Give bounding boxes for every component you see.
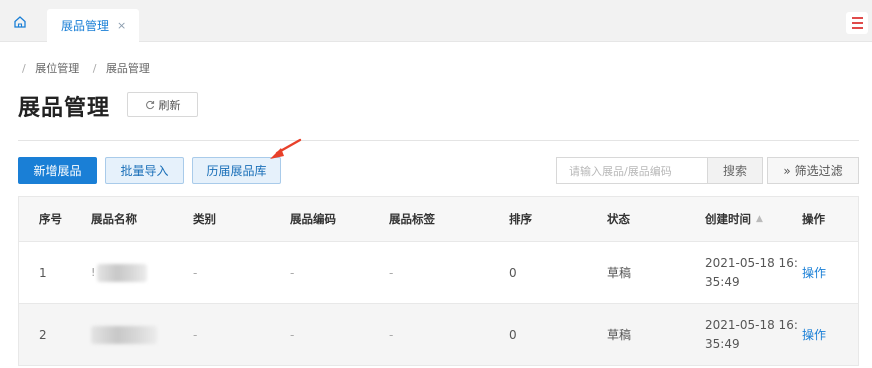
column-header-tag: 展品标签	[389, 212, 435, 226]
tab-label: 展品管理	[61, 19, 110, 33]
row-status: 草稿	[607, 266, 632, 280]
row-code: -	[290, 327, 295, 342]
column-header-status: 状态	[607, 212, 630, 226]
sort-icon[interactable]: ▲︎	[756, 210, 763, 229]
divider	[18, 140, 859, 141]
table-row: 1 ! - - - 0 草稿 2021-05-18 16: 35:49 操作	[19, 242, 858, 304]
redacted-name	[91, 325, 157, 344]
row-action-link[interactable]: 操作	[802, 304, 826, 365]
column-header-category: 类别	[193, 212, 216, 226]
annotation-arrow-icon	[270, 138, 302, 159]
add-exhibit-button[interactable]: 新增展品	[18, 157, 97, 184]
tab-exhibit-management[interactable]: 展品管理 ×	[47, 9, 139, 42]
batch-import-button[interactable]: 批量导入	[105, 157, 184, 184]
row-name: !	[91, 242, 148, 303]
home-tab[interactable]	[0, 9, 40, 35]
redacted-name	[97, 263, 148, 282]
row-code: -	[290, 265, 295, 280]
breadcrumb-item-exhibit-management: 展品管理	[105, 62, 150, 75]
row-index: 1	[39, 265, 47, 280]
refresh-button[interactable]: 刷新	[127, 92, 198, 117]
close-icon[interactable]: ×	[117, 19, 126, 32]
refresh-label: 刷新	[158, 98, 181, 112]
row-action-link[interactable]: 操作	[802, 242, 826, 303]
column-header-created-time[interactable]: 创建时间 ▲︎	[705, 197, 801, 241]
row-category: -	[193, 327, 198, 342]
table-header-row: 序号 展品名称 类别 展品编码 展品标签 排序 状态 创建时间 ▲︎ 操作	[19, 197, 858, 242]
row-created-time: 2021-05-18 16: 35:49	[705, 317, 798, 351]
row-tag: -	[389, 327, 394, 342]
row-category: -	[193, 265, 198, 280]
tab-bar: 展品管理 ×	[0, 0, 872, 42]
column-header-code: 展品编码	[290, 212, 336, 226]
refresh-icon	[145, 100, 154, 109]
hamburger-menu-icon[interactable]	[846, 12, 868, 34]
breadcrumb: / 展位管理 / 展品管理	[22, 62, 150, 75]
filter-label: 筛选过滤	[794, 164, 843, 178]
search-button[interactable]: 搜索	[707, 157, 763, 184]
column-header-index: 序号	[39, 212, 62, 226]
page-title: 展品管理	[18, 96, 111, 121]
row-index: 2	[39, 327, 47, 342]
breadcrumb-item-booth-management[interactable]: 展位管理	[35, 62, 79, 75]
column-header-actions: 操作	[802, 212, 825, 226]
home-icon	[14, 16, 26, 28]
name-fragment: !	[91, 266, 96, 279]
row-sort: 0	[509, 265, 517, 280]
column-header-sort: 排序	[509, 212, 532, 226]
column-header-name: 展品名称	[91, 212, 137, 226]
chevron-double-right-icon: »	[783, 163, 791, 178]
row-status: 草稿	[607, 328, 632, 342]
search-input[interactable]: 请输入展品/展品编码	[556, 157, 708, 184]
row-created-time: 2021-05-18 16: 35:49	[705, 255, 798, 289]
row-sort: 0	[509, 327, 517, 342]
table-row: 2 - - - 0 草稿 2021-05-18 16: 35:49 操作	[19, 304, 858, 366]
row-tag: -	[389, 265, 394, 280]
filter-button[interactable]: » 筛选过滤	[767, 157, 859, 184]
row-name	[91, 304, 157, 365]
exhibit-table: 序号 展品名称 类别 展品编码 展品标签 排序 状态 创建时间 ▲︎ 操作 1 …	[18, 196, 859, 366]
